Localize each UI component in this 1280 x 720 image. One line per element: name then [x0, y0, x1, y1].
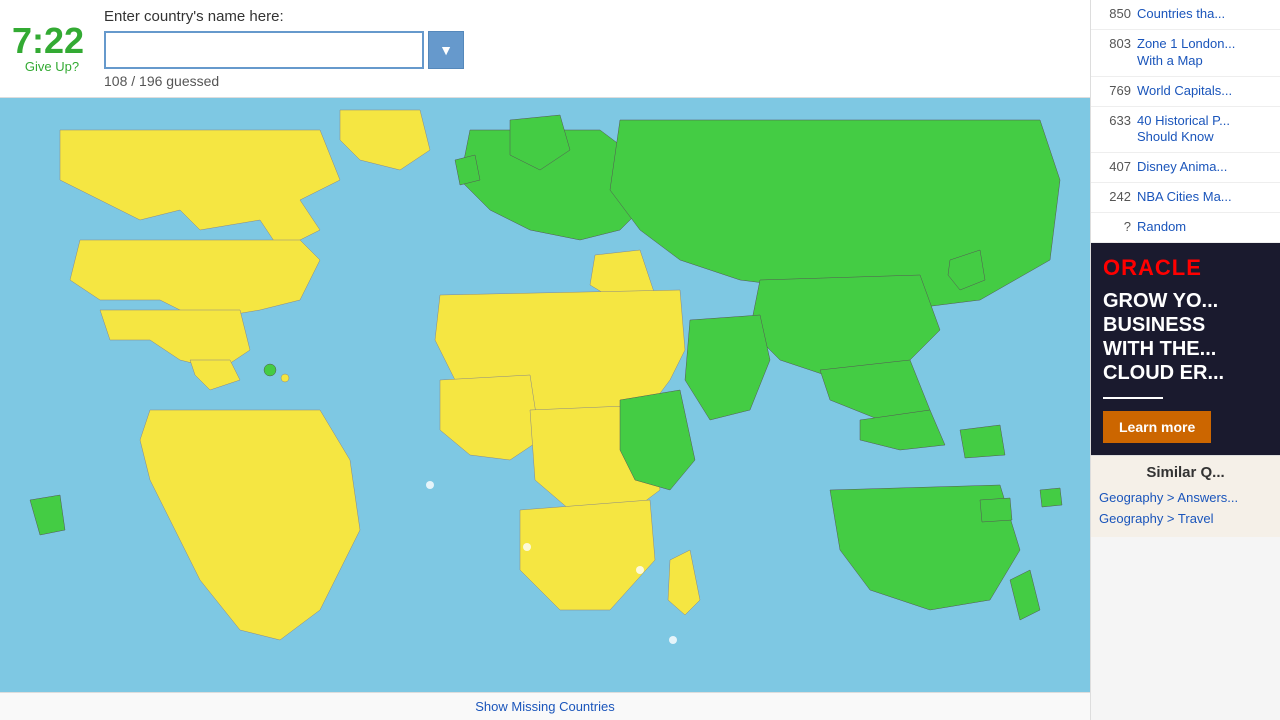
timer-display: 7:22 [12, 23, 92, 59]
quiz-count-7: ? [1099, 219, 1131, 234]
quiz-item-4: 633 40 Historical P...Should Know [1091, 107, 1280, 154]
give-up-link[interactable]: Give Up? [25, 59, 79, 74]
similar-title: Similar Q... [1099, 464, 1272, 481]
ad-divider [1103, 397, 1163, 399]
quiz-item-5: 407 Disney Anima... [1091, 153, 1280, 183]
main-area: 7:22 Give Up? Enter country's name here:… [0, 0, 1090, 720]
quiz-link-3[interactable]: World Capitals... [1137, 83, 1232, 100]
quiz-list: 850 Countries tha... 803 Zone 1 London..… [1091, 0, 1280, 243]
similar-link-1[interactable]: Geography > Answers... [1099, 487, 1272, 508]
input-row: ▼ [104, 31, 1078, 69]
quiz-count-5: 407 [1099, 159, 1131, 174]
quiz-link-random[interactable]: Random [1137, 219, 1186, 236]
country-input[interactable] [104, 31, 424, 69]
quiz-count-3: 769 [1099, 83, 1131, 98]
quiz-count-6: 242 [1099, 189, 1131, 204]
quiz-link-1[interactable]: Countries tha... [1137, 6, 1225, 23]
controls-panel: 7:22 Give Up? Enter country's name here:… [0, 0, 1090, 98]
quiz-count-1: 850 [1099, 6, 1131, 21]
quiz-count-4: 633 [1099, 113, 1131, 128]
timer-block: 7:22 Give Up? [12, 23, 92, 74]
quiz-link-5[interactable]: Disney Anima... [1137, 159, 1227, 176]
show-missing-button[interactable]: Show Missing Countries [0, 692, 1090, 720]
quiz-item-1: 850 Countries tha... [1091, 0, 1280, 30]
controls-row: 7:22 Give Up? Enter country's name here:… [12, 8, 1078, 89]
dropdown-button[interactable]: ▼ [428, 31, 464, 69]
quiz-link-6[interactable]: NBA Cities Ma... [1137, 189, 1232, 206]
similar-link-2[interactable]: Geography > Travel [1099, 508, 1272, 529]
guess-count: 108 / 196 guessed [104, 73, 1078, 89]
world-map [0, 98, 1090, 692]
ad-text: GROW YO...BUSINESSWITH THE...CLOUD ER... [1103, 289, 1268, 385]
quiz-item-3: 769 World Capitals... [1091, 77, 1280, 107]
map-container [0, 98, 1090, 692]
ad-learn-more-button[interactable]: Learn more [1103, 411, 1211, 443]
quiz-count-2: 803 [1099, 36, 1131, 51]
similar-section: Similar Q... Geography > Answers... Geog… [1091, 455, 1280, 537]
quiz-link-4[interactable]: 40 Historical P...Should Know [1137, 113, 1230, 147]
input-area: Enter country's name here: ▼ 108 / 196 g… [104, 8, 1078, 89]
sidebar: 850 Countries tha... 803 Zone 1 London..… [1090, 0, 1280, 720]
quiz-link-2[interactable]: Zone 1 London...With a Map [1137, 36, 1235, 70]
quiz-item-2: 803 Zone 1 London...With a Map [1091, 30, 1280, 77]
quiz-item-7: ? Random [1091, 213, 1280, 243]
quiz-item-6: 242 NBA Cities Ma... [1091, 183, 1280, 213]
oracle-logo: ORACLE [1103, 255, 1268, 281]
input-label: Enter country's name here: [104, 8, 1078, 25]
ad-block: ORACLE GROW YO...BUSINESSWITH THE...CLOU… [1091, 243, 1280, 455]
